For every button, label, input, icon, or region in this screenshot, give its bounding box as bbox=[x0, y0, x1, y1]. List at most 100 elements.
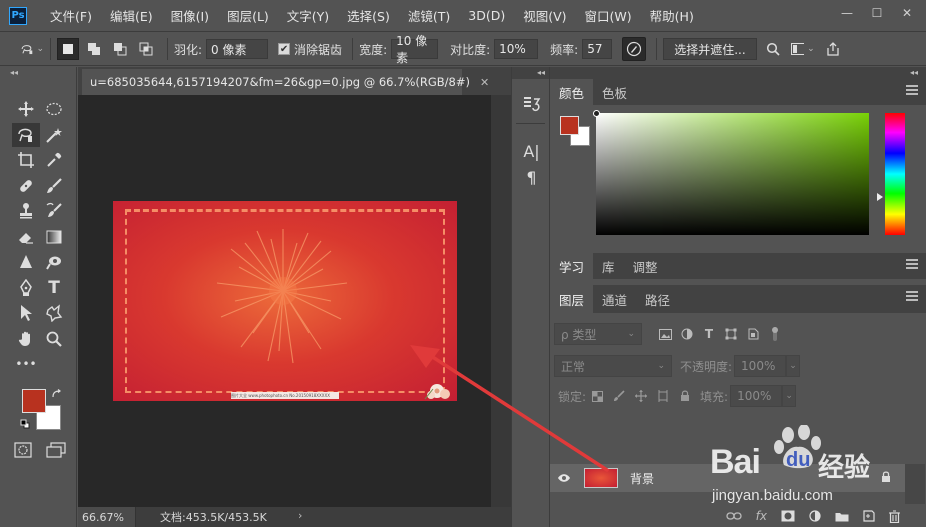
filter-smart-object-icon[interactable] bbox=[742, 323, 764, 345]
panel-menu-icon[interactable] bbox=[906, 291, 918, 301]
filter-pixel-icon[interactable] bbox=[654, 323, 676, 345]
lock-artboard-icon[interactable] bbox=[652, 385, 674, 407]
tab-channels[interactable]: 通道 bbox=[593, 285, 636, 313]
subtract-selection-button[interactable] bbox=[109, 38, 131, 60]
layer-name[interactable]: 背景 bbox=[630, 470, 654, 487]
color-saturation-field[interactable] bbox=[596, 113, 869, 235]
new-selection-button[interactable] bbox=[57, 38, 79, 60]
tab-layers[interactable]: 图层 bbox=[550, 285, 594, 313]
canvas-area[interactable]: 图片大全 www.photophoto.cn No.20150918XXXXX bbox=[78, 95, 491, 507]
width-input[interactable]: 10 像素 bbox=[391, 34, 439, 65]
filter-shape-icon[interactable] bbox=[720, 323, 742, 345]
hue-slider-handle[interactable] bbox=[877, 193, 883, 201]
marquee-tool[interactable] bbox=[40, 97, 68, 121]
select-and-mask-button[interactable]: 选择并遮住... bbox=[663, 38, 757, 60]
menu-edit[interactable]: 编辑(E) bbox=[101, 6, 162, 25]
pen-tool[interactable] bbox=[12, 276, 40, 300]
menu-view[interactable]: 视图(V) bbox=[514, 6, 575, 25]
close-document-icon[interactable]: ✕ bbox=[480, 76, 489, 89]
menu-file[interactable]: 文件(F) bbox=[41, 6, 101, 25]
menu-select[interactable]: 选择(S) bbox=[338, 6, 399, 25]
fill-input[interactable]: 100% bbox=[730, 385, 783, 407]
blend-mode-select[interactable]: 正常 ⌄ bbox=[554, 355, 672, 377]
color-picker-handle[interactable] bbox=[593, 110, 600, 117]
maximize-button[interactable]: ☐ bbox=[866, 4, 888, 22]
menu-window[interactable]: 窗口(W) bbox=[576, 6, 641, 25]
pen-pressure-button[interactable] bbox=[622, 37, 647, 61]
blur-tool[interactable] bbox=[12, 250, 40, 274]
type-tool[interactable]: T bbox=[40, 276, 68, 300]
add-selection-button[interactable] bbox=[83, 38, 105, 60]
color-panel-foreground-swatch[interactable] bbox=[560, 116, 579, 135]
foreground-color-swatch[interactable] bbox=[22, 389, 46, 413]
tab-learn[interactable]: 学习 bbox=[550, 253, 594, 279]
brush-tool[interactable] bbox=[40, 174, 68, 198]
document-tab[interactable]: u=685035644,6157194207&fm=26&gp=0.jpg @ … bbox=[82, 69, 489, 95]
menu-type[interactable]: 文字(Y) bbox=[278, 6, 338, 25]
layer-filter-select[interactable]: ρ 类型 ⌄ bbox=[554, 323, 642, 345]
menu-filter[interactable]: 滤镜(T) bbox=[399, 6, 459, 25]
fill-dropdown[interactable]: ⌄ bbox=[782, 385, 797, 407]
filter-toggle-icon[interactable] bbox=[764, 323, 786, 345]
tab-paths[interactable]: 路径 bbox=[636, 285, 679, 313]
default-colors-icon[interactable] bbox=[20, 419, 30, 429]
menu-image[interactable]: 图像(I) bbox=[162, 6, 218, 25]
tab-libraries[interactable]: 库 bbox=[593, 253, 624, 279]
path-selection-tool[interactable] bbox=[12, 301, 40, 325]
share-button[interactable] bbox=[821, 37, 845, 61]
clone-stamp-tool[interactable] bbox=[12, 199, 40, 223]
history-panel-button[interactable] bbox=[512, 89, 551, 119]
status-menu-arrow[interactable]: › bbox=[298, 509, 302, 522]
workspace-button[interactable]: ⌄ bbox=[790, 37, 815, 61]
panel-menu-icon[interactable] bbox=[906, 85, 918, 95]
dodge-tool[interactable] bbox=[40, 250, 68, 274]
filter-adjustment-icon[interactable] bbox=[676, 323, 698, 345]
swap-colors-icon[interactable] bbox=[52, 389, 62, 399]
eyedropper-tool[interactable] bbox=[40, 148, 68, 172]
magnetic-lasso-tool[interactable] bbox=[12, 122, 40, 147]
custom-shape-tool[interactable] bbox=[40, 301, 68, 325]
zoom-level-field[interactable]: 66.67% bbox=[78, 507, 136, 527]
hand-tool[interactable] bbox=[12, 327, 40, 351]
menu-3d[interactable]: 3D(D) bbox=[459, 8, 514, 23]
layers-scrollbar[interactable] bbox=[905, 464, 925, 504]
menu-help[interactable]: 帮助(H) bbox=[641, 6, 703, 25]
tool-preset-picker[interactable]: ⌄ bbox=[20, 37, 44, 61]
lock-pixels-icon[interactable] bbox=[608, 385, 630, 407]
paragraph-panel-button[interactable]: ¶ bbox=[512, 166, 551, 188]
healing-brush-tool[interactable] bbox=[12, 174, 40, 198]
feather-input[interactable]: 0 像素 bbox=[206, 39, 269, 59]
frequency-input[interactable]: 57 bbox=[582, 39, 613, 59]
magic-wand-tool[interactable] bbox=[40, 123, 68, 147]
opacity-dropdown[interactable]: ⌄ bbox=[786, 355, 801, 377]
panel-menu-icon[interactable] bbox=[906, 259, 918, 269]
collapse-panels-button[interactable]: ◂◂ bbox=[550, 67, 926, 79]
eraser-tool[interactable] bbox=[12, 225, 40, 249]
minimize-button[interactable]: — bbox=[836, 4, 858, 22]
screen-mode-icon[interactable] bbox=[46, 442, 66, 458]
document-image[interactable]: 图片大全 www.photophoto.cn No.20150918XXXXX bbox=[113, 201, 457, 401]
quick-mask-icon[interactable] bbox=[14, 442, 32, 458]
antialias-checkbox[interactable]: ✔ bbox=[278, 43, 291, 55]
more-tools-button[interactable]: ••• bbox=[12, 352, 40, 376]
lock-all-icon[interactable] bbox=[674, 385, 696, 407]
canvas-vertical-scroll[interactable] bbox=[491, 95, 511, 507]
menu-layer[interactable]: 图层(L) bbox=[218, 6, 278, 25]
close-button[interactable]: ✕ bbox=[896, 4, 918, 22]
tab-swatches[interactable]: 色板 bbox=[593, 79, 636, 105]
collapse-strip-button[interactable]: ◂◂ bbox=[512, 67, 549, 79]
gradient-tool[interactable] bbox=[40, 225, 68, 249]
tab-adjustments[interactable]: 调整 bbox=[624, 253, 667, 279]
opacity-input[interactable]: 100% bbox=[734, 355, 787, 377]
hue-slider[interactable] bbox=[885, 113, 905, 235]
zoom-tool[interactable] bbox=[40, 327, 68, 351]
layer-visibility-toggle[interactable] bbox=[550, 473, 578, 483]
lock-position-icon[interactable] bbox=[630, 385, 652, 407]
collapse-toolbar-button[interactable]: ◂◂ bbox=[0, 67, 76, 79]
tab-color[interactable]: 颜色 bbox=[550, 79, 594, 105]
crop-tool[interactable] bbox=[12, 148, 40, 172]
move-tool[interactable] bbox=[12, 97, 40, 121]
search-button[interactable] bbox=[761, 37, 785, 61]
lock-transparent-icon[interactable] bbox=[586, 385, 608, 407]
contrast-input[interactable]: 10% bbox=[494, 39, 539, 59]
